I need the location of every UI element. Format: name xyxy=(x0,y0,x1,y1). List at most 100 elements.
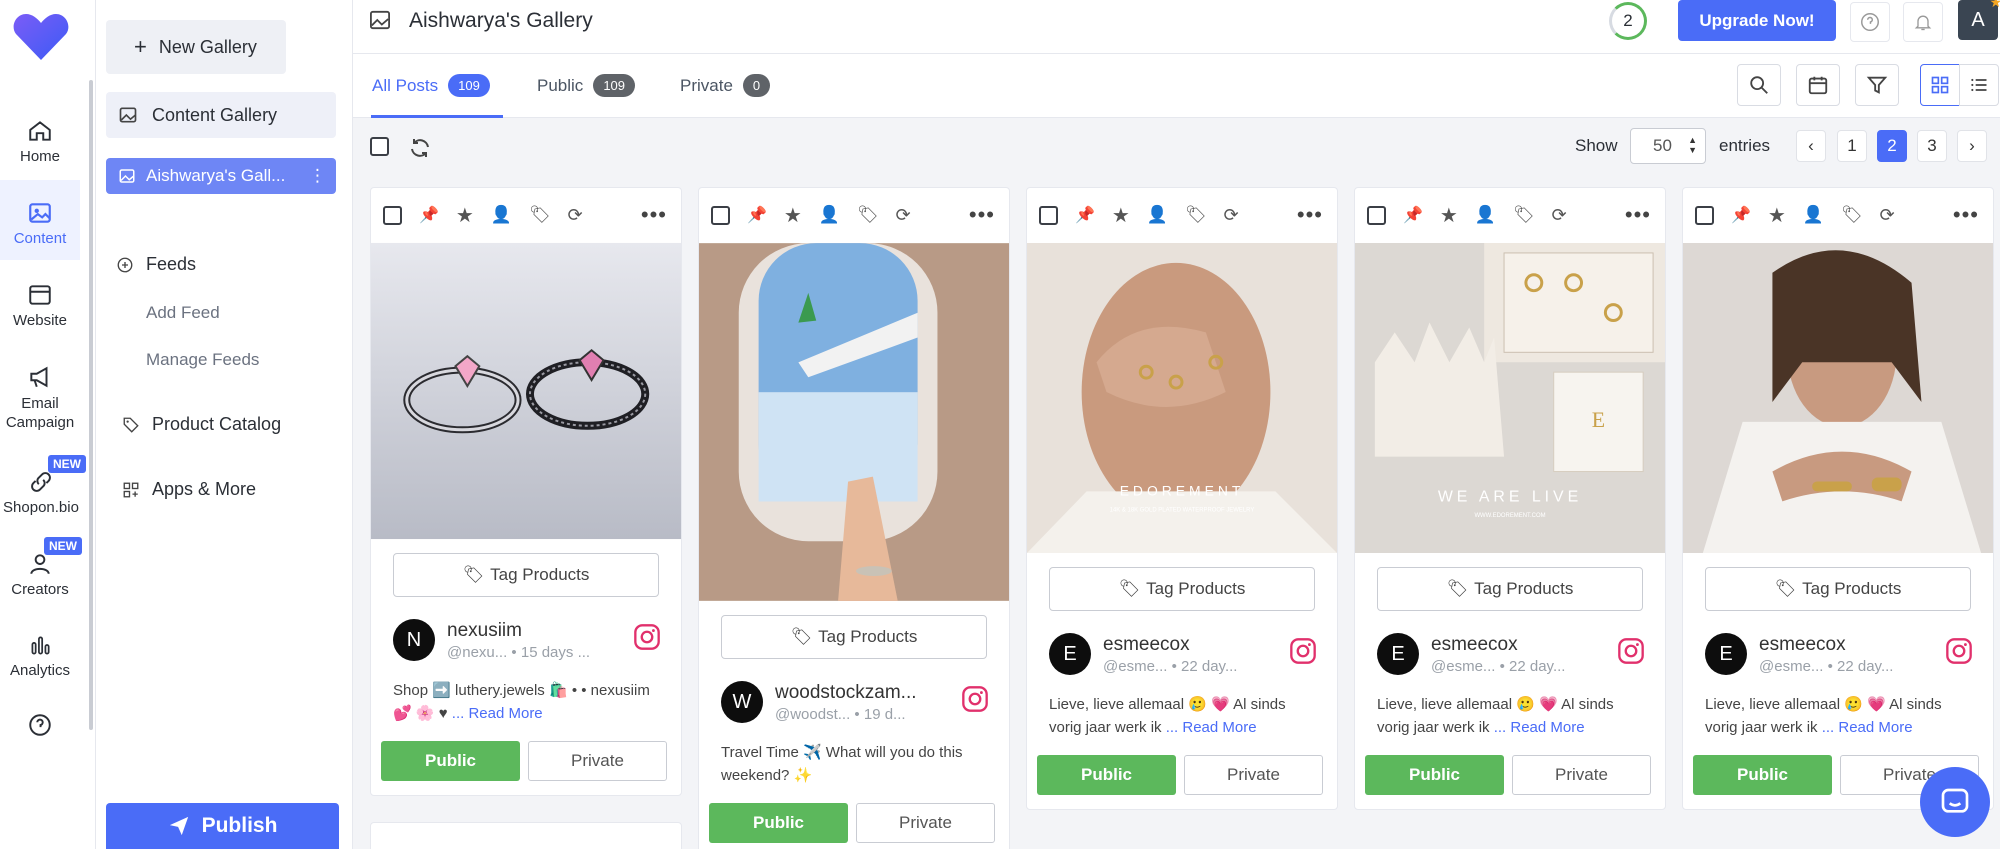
product-catalog-item[interactable]: Product Catalog xyxy=(122,414,281,435)
kebab-menu-icon[interactable]: ⋮ xyxy=(309,166,326,186)
grid-view-button[interactable] xyxy=(1920,64,1960,106)
tag-icon[interactable]: 🏷 xyxy=(529,205,551,225)
tab-public[interactable]: Public 109 xyxy=(537,74,636,97)
user-check-icon[interactable]: 👤 xyxy=(1147,205,1168,225)
instagram-icon[interactable] xyxy=(1289,637,1317,665)
star-icon[interactable]: ★ xyxy=(456,203,474,228)
selected-gallery-item[interactable]: Aishwarya's Gall... ⋮ xyxy=(106,158,336,194)
rail-item-shopon[interactable]: NEW Shopon.bio xyxy=(0,455,86,516)
avatar[interactable]: W xyxy=(721,681,763,723)
help-button[interactable] xyxy=(1850,2,1890,42)
card-checkbox[interactable] xyxy=(1367,205,1386,225)
pin-icon[interactable]: 📌 xyxy=(1403,205,1423,225)
rail-item-home[interactable]: Home xyxy=(0,118,80,165)
tag-icon[interactable]: 🏷 xyxy=(857,205,879,225)
post-card[interactable]: 📌 ★ 👤 🏷 ⟳ ••• 🏷 Tag Products N nexusiim @… xyxy=(370,187,682,796)
manage-feeds-link[interactable]: Manage Feeds xyxy=(146,350,259,370)
instagram-icon[interactable] xyxy=(1617,637,1645,665)
page-button-2[interactable]: 2 xyxy=(1877,130,1907,162)
author-name[interactable]: woodstockzam... xyxy=(775,682,917,704)
tag-products-button[interactable]: 🏷 Tag Products xyxy=(1377,567,1643,611)
user-check-icon[interactable]: 👤 xyxy=(1475,205,1496,225)
chat-launcher-button[interactable] xyxy=(1920,767,1990,837)
page-button-3[interactable]: 3 xyxy=(1917,130,1947,162)
read-more-link[interactable]: ... Read More xyxy=(1166,719,1257,736)
instagram-icon[interactable] xyxy=(961,685,989,713)
date-filter-button[interactable] xyxy=(1796,64,1840,106)
private-button[interactable]: Private xyxy=(1512,755,1651,795)
card-checkbox[interactable] xyxy=(383,205,402,225)
read-more-link[interactable]: ... Read More xyxy=(1822,719,1913,736)
apps-more-item[interactable]: Apps & More xyxy=(122,479,256,500)
avatar[interactable]: E xyxy=(1705,633,1747,675)
refresh-icon[interactable] xyxy=(408,136,432,160)
private-button[interactable]: Private xyxy=(1184,755,1323,795)
tag-icon[interactable]: 🏷 xyxy=(1185,205,1207,225)
star-icon[interactable]: ★ xyxy=(1440,203,1458,228)
post-image-hands-rings[interactable]: EDOREMENT 14K & 18K GOLD PLATED WATERPRO… xyxy=(1027,242,1337,554)
pin-icon[interactable]: 📌 xyxy=(747,205,767,225)
rail-item-help[interactable] xyxy=(0,712,80,742)
star-icon[interactable]: ★ xyxy=(1768,203,1786,228)
post-image-model-bracelets[interactable] xyxy=(1683,242,1993,554)
post-card[interactable]: 📌 ★ 👤 🏷 ⟳ ••• 🏷 Tag Products E esmeecox @… xyxy=(1682,187,1994,810)
progress-counter[interactable]: 2 xyxy=(1609,2,1647,40)
user-check-icon[interactable]: 👤 xyxy=(1803,205,1824,225)
private-button[interactable]: Private xyxy=(856,803,995,843)
rail-item-creators[interactable]: NEW Creators xyxy=(0,537,82,598)
post-image-airplane-window[interactable] xyxy=(699,242,1009,602)
read-more-link[interactable]: ... Read More xyxy=(452,705,543,722)
rail-item-email-campaign[interactable]: Email Campaign xyxy=(0,364,80,432)
read-more-link[interactable]: ... Read More xyxy=(1494,719,1585,736)
post-card[interactable]: 📌 ★ 👤 🏷 ⟳ ••• E WE ARE LIVE WWW.EDOREMEN… xyxy=(1354,187,1666,810)
tag-products-button[interactable]: 🏷 Tag Products xyxy=(1049,567,1315,611)
more-options-icon[interactable]: ••• xyxy=(1297,202,1323,228)
author-name[interactable]: nexusiim xyxy=(447,620,590,642)
post-card[interactable]: 📌 ★ 👤 🏷 ⟳ ••• EDOREMENT 14K & 18K GOLD P… xyxy=(1026,187,1338,810)
user-avatar[interactable]: A ★ xyxy=(1958,0,2000,40)
rail-item-website[interactable]: Website xyxy=(0,282,80,329)
private-button[interactable]: Private xyxy=(528,741,667,781)
pin-icon[interactable]: 📌 xyxy=(1731,205,1751,225)
public-button[interactable]: Public xyxy=(1693,755,1832,795)
new-gallery-button[interactable]: + New Gallery xyxy=(106,20,286,74)
next-page-button[interactable]: › xyxy=(1957,130,1987,162)
public-button[interactable]: Public xyxy=(1037,755,1176,795)
refresh-icon[interactable]: ⟳ xyxy=(1224,205,1239,226)
tag-products-button[interactable]: 🏷 Tag Products xyxy=(1705,567,1971,611)
refresh-icon[interactable]: ⟳ xyxy=(568,205,583,226)
feeds-item[interactable]: Feeds xyxy=(116,254,196,275)
pin-icon[interactable]: 📌 xyxy=(1075,205,1095,225)
page-button-1[interactable]: 1 xyxy=(1837,130,1867,162)
avatar[interactable]: N xyxy=(393,619,435,661)
public-button[interactable]: Public xyxy=(381,741,520,781)
card-checkbox[interactable] xyxy=(711,205,730,225)
more-options-icon[interactable]: ••• xyxy=(969,202,995,228)
prev-page-button[interactable]: ‹ xyxy=(1796,130,1826,162)
instagram-icon[interactable] xyxy=(633,623,661,651)
entries-per-page-select[interactable]: 50 ▲ ▼ xyxy=(1630,128,1706,164)
list-view-button[interactable] xyxy=(1959,64,1999,106)
author-name[interactable]: esmeecox xyxy=(1431,634,1565,656)
card-checkbox[interactable] xyxy=(1695,205,1714,225)
more-options-icon[interactable]: ••• xyxy=(641,202,667,228)
tag-icon[interactable]: 🏷 xyxy=(1841,205,1863,225)
avatar[interactable]: E xyxy=(1049,633,1091,675)
refresh-icon[interactable]: ⟳ xyxy=(1552,205,1567,226)
upgrade-button[interactable]: Upgrade Now! xyxy=(1678,0,1836,41)
avatar[interactable]: E xyxy=(1377,633,1419,675)
post-card[interactable] xyxy=(370,822,682,849)
instagram-icon[interactable] xyxy=(1945,637,1973,665)
pin-icon[interactable]: 📌 xyxy=(419,205,439,225)
rail-scrollbar[interactable] xyxy=(89,80,93,730)
star-icon[interactable]: ★ xyxy=(784,203,802,228)
tab-all-posts[interactable]: All Posts 109 xyxy=(372,74,490,97)
refresh-icon[interactable]: ⟳ xyxy=(1880,205,1895,226)
filter-button[interactable] xyxy=(1855,64,1899,106)
public-button[interactable]: Public xyxy=(1365,755,1504,795)
post-card[interactable]: 📌 ★ 👤 🏷 ⟳ ••• 🏷 Tag Products W woodstockz… xyxy=(698,187,1010,849)
star-icon[interactable]: ★ xyxy=(1112,203,1130,228)
tab-private[interactable]: Private 0 xyxy=(680,74,771,97)
post-image-rings[interactable] xyxy=(371,242,681,540)
tag-products-button[interactable]: 🏷 Tag Products xyxy=(393,553,659,597)
